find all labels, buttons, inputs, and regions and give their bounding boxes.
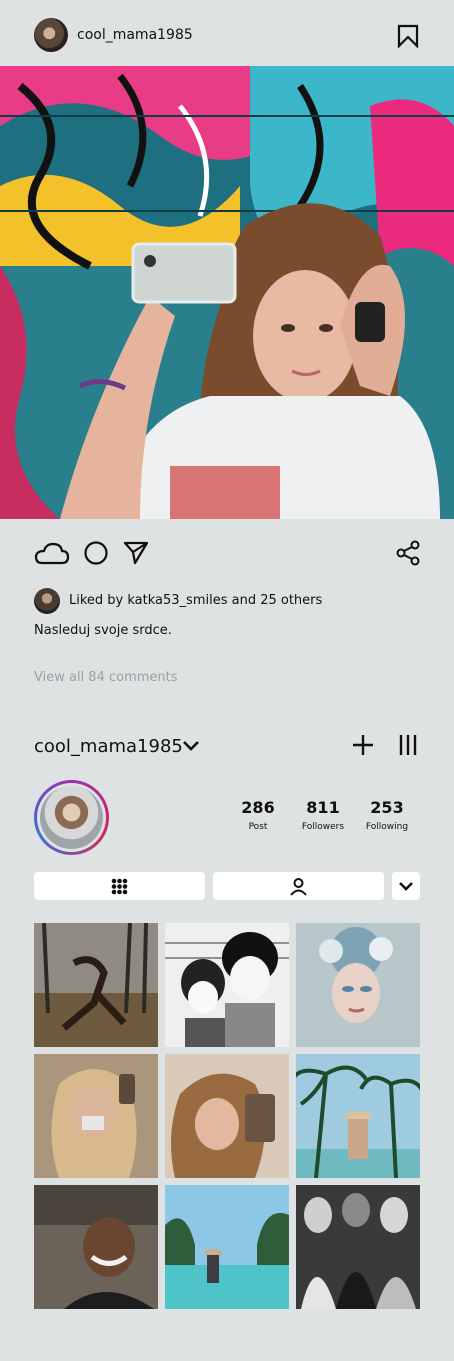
profile-username[interactable]: cool_mama1985 xyxy=(34,736,183,757)
bookmark-icon[interactable] xyxy=(396,24,420,48)
stat-following[interactable]: 253 Following xyxy=(352,798,422,832)
post-author-avatar[interactable] xyxy=(34,18,68,52)
liked-by-avatar[interactable] xyxy=(34,588,60,614)
grid-photo-4[interactable] xyxy=(34,1054,158,1178)
profile-avatar-inner xyxy=(37,783,106,852)
grid-photo-2[interactable] xyxy=(165,923,289,1047)
photo-manga xyxy=(165,923,289,1047)
post-author-username[interactable]: cool_mama1985 xyxy=(77,27,193,43)
grid-icon xyxy=(111,878,128,895)
liked-by-text[interactable]: Liked by katka53_smiles and 25 others xyxy=(69,593,322,608)
stat-posts-label: Post xyxy=(248,822,268,832)
photo-palms-beach xyxy=(296,1054,420,1178)
chevron-down-icon[interactable] xyxy=(181,737,201,755)
grid-photo-1[interactable] xyxy=(34,923,158,1047)
menu-icon[interactable] xyxy=(398,734,418,756)
profile-avatar[interactable] xyxy=(34,780,109,855)
send-icon[interactable] xyxy=(123,540,149,566)
share-icon[interactable] xyxy=(396,540,420,566)
photo-lagoon xyxy=(165,1185,289,1309)
grid-photo-6[interactable] xyxy=(296,1054,420,1178)
stat-followers-label: Followers xyxy=(301,822,345,832)
circle-icon[interactable] xyxy=(83,540,109,566)
tab-more[interactable] xyxy=(392,872,420,900)
post-header: cool_mama1985 xyxy=(0,0,454,66)
grid-photo-7[interactable] xyxy=(34,1185,158,1309)
post-actions xyxy=(0,530,454,574)
plus-icon[interactable] xyxy=(352,734,374,756)
grid-photo-3[interactable] xyxy=(296,923,420,1047)
photo-dancer xyxy=(34,923,158,1047)
grid-photo-8[interactable] xyxy=(165,1185,289,1309)
grid-photo-5[interactable] xyxy=(165,1054,289,1178)
stat-following-label: Following xyxy=(365,822,409,832)
photo-selfie-curly xyxy=(165,1054,289,1178)
photo-selfie-blonde xyxy=(34,1054,158,1178)
photo-floral-mask xyxy=(296,923,420,1047)
cloud-icon[interactable] xyxy=(34,540,70,566)
profile-picture xyxy=(40,786,103,849)
stat-posts-value: 286 xyxy=(241,798,275,817)
tab-grid[interactable] xyxy=(34,872,205,900)
chevron-down-icon xyxy=(399,882,413,891)
stat-following-value: 253 xyxy=(370,798,404,817)
stat-followers[interactable]: 811 Followers xyxy=(288,798,358,832)
stat-followers-value: 811 xyxy=(306,798,340,817)
post-caption: Nasleduj svoje srdce. xyxy=(34,623,172,638)
post-image xyxy=(0,66,454,519)
person-icon xyxy=(290,878,307,896)
photo-friends-bw xyxy=(296,1185,420,1309)
grid-photo-9[interactable] xyxy=(296,1185,420,1309)
post-photo[interactable] xyxy=(0,66,454,519)
tab-tagged[interactable] xyxy=(213,872,384,900)
stat-posts[interactable]: 286 Post xyxy=(223,798,293,832)
view-comments-link[interactable]: View all 84 comments xyxy=(34,670,178,685)
photo-barber xyxy=(34,1185,158,1309)
